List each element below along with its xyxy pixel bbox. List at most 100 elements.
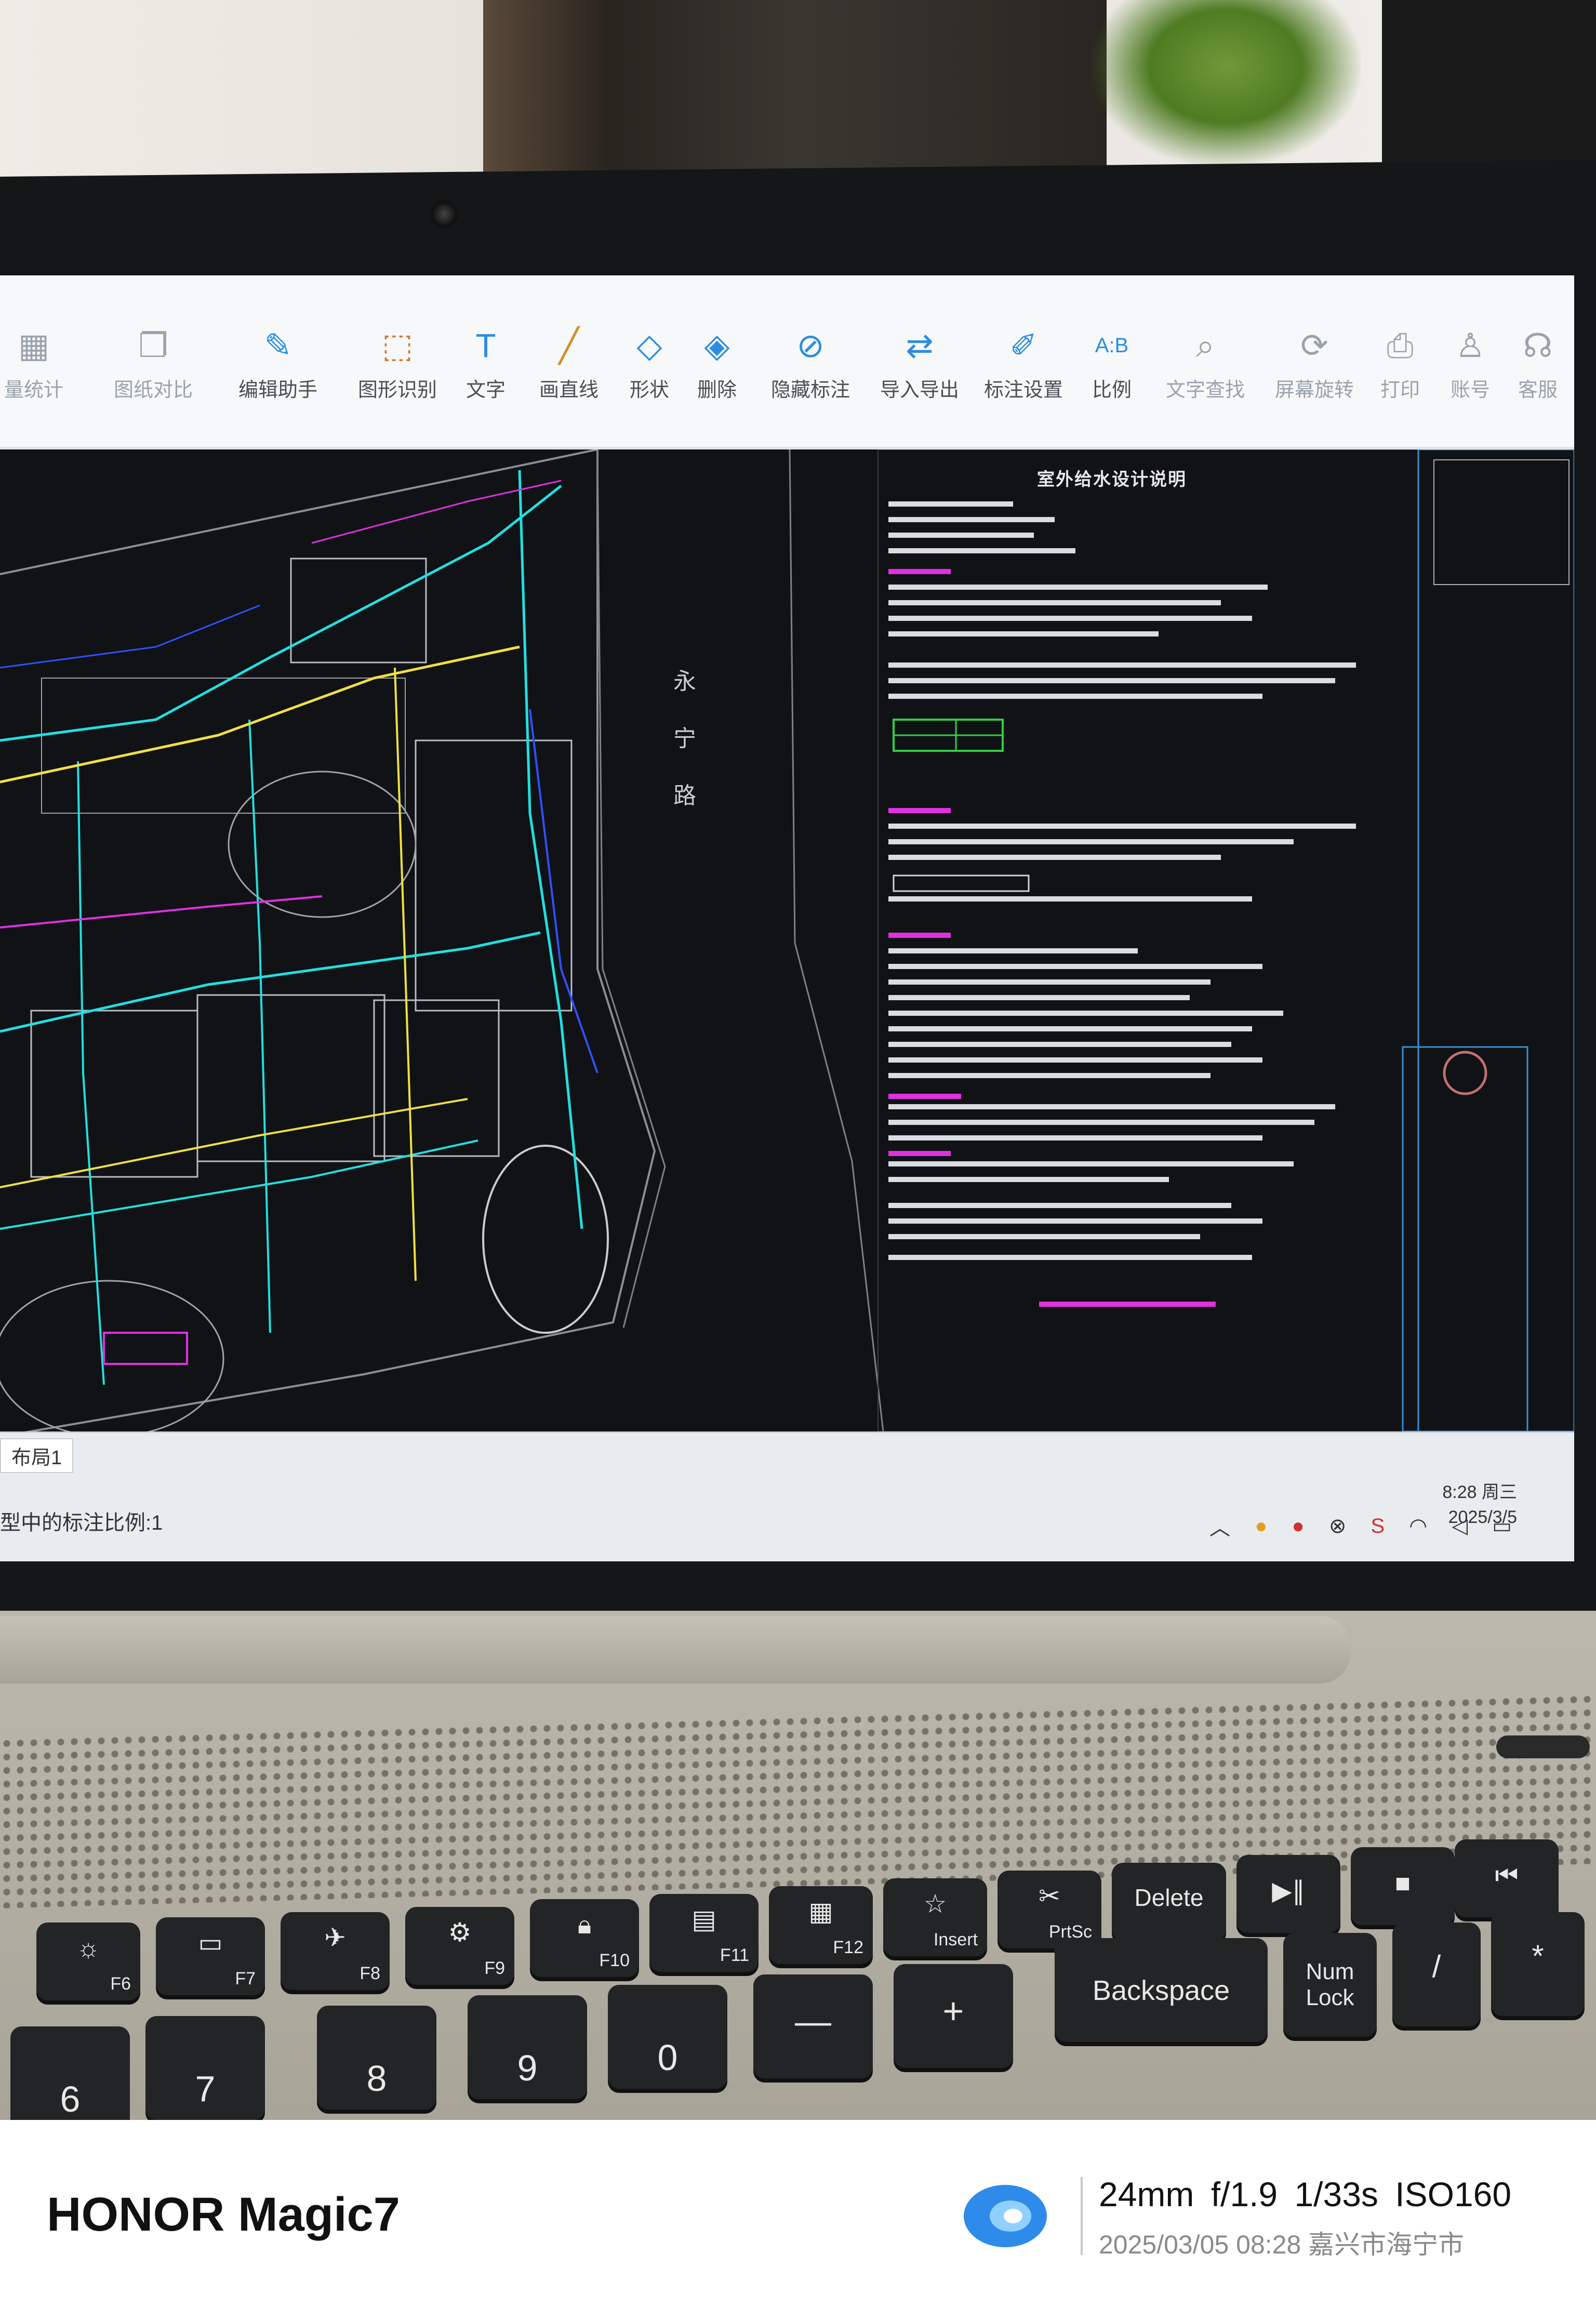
settings-icon: ⚙ bbox=[448, 1918, 472, 1947]
toolbar-item-import-export[interactable]: ⇄ 导入导出 bbox=[873, 325, 966, 434]
camera-specs: 24mm f/1.9 1/33s ISO160 bbox=[1099, 2175, 1512, 2213]
key-6[interactable]: 6 bbox=[10, 2026, 130, 2120]
layout-tab[interactable]: 布局1 bbox=[0, 1438, 74, 1473]
toolbar-item-rotate-screen[interactable]: ⟳ 屏幕旋转 bbox=[1268, 325, 1361, 434]
toolbar-item-compare[interactable]: ❐ 图纸对比 bbox=[104, 325, 203, 434]
photo-meta: 2025/03/05 08:28 嘉兴市海宁市 bbox=[1099, 2230, 1465, 2259]
road-label-char: 宁 bbox=[673, 726, 696, 751]
toolbar-item-text-search[interactable]: ⌕ 文字查找 bbox=[1159, 325, 1252, 434]
pipe-cyan bbox=[0, 485, 562, 742]
key-f11[interactable]: ▤ F11 bbox=[649, 1894, 759, 1972]
tray-app-icon[interactable]: ● bbox=[1255, 1515, 1267, 1538]
road-label-char: 永 bbox=[673, 669, 696, 694]
title-block bbox=[1417, 449, 1574, 1431]
toolbar-item-hide-annotation[interactable]: ⊘ 隐藏标注 bbox=[764, 325, 857, 434]
stop-icon: ■ bbox=[1394, 1868, 1411, 1898]
cad-canvas[interactable]: 永 宁 路 室外给水设计说明 bbox=[0, 449, 1574, 1431]
toolbar-item-line[interactable]: ╱ 画直线 bbox=[535, 325, 603, 434]
toolbar-item-print[interactable]: ⎙ 打印 bbox=[1372, 325, 1429, 434]
building-block bbox=[373, 999, 500, 1157]
pipe-cyan bbox=[0, 1139, 478, 1230]
laptop-screen: ▦ 量统计 ❐ 图纸对比 ✎ 编辑助手 ⬚ 图形识别 T 文字 ╱ 画直线 ◇ … bbox=[0, 275, 1574, 1561]
edit-helper-icon: ✎ bbox=[264, 327, 292, 364]
title-block-cells bbox=[1402, 1046, 1528, 1431]
key-delete[interactable]: Delete bbox=[1112, 1863, 1226, 1941]
wifi-icon[interactable]: ◠ bbox=[1409, 1514, 1427, 1538]
key-f12[interactable]: ▦ F12 bbox=[769, 1886, 873, 1964]
tray-app-icon[interactable]: S bbox=[1371, 1515, 1385, 1538]
clock-time: 8:28 周三 bbox=[1442, 1482, 1517, 1502]
key-previous[interactable]: ⏮︎ bbox=[1455, 1839, 1559, 1917]
clock[interactable]: 8:28 周三 2025/3/5 bbox=[1442, 1480, 1517, 1530]
key-f10[interactable]: 🔒︎ F10 bbox=[530, 1899, 639, 1977]
toolbar-item-support[interactable]: ☊ 客服 bbox=[1512, 325, 1564, 434]
screenshot-icon: ✂ bbox=[1039, 1881, 1060, 1911]
print-icon: ⎙ bbox=[1387, 327, 1414, 364]
building-block bbox=[415, 739, 573, 1012]
key-divide[interactable]: / bbox=[1392, 1922, 1481, 2026]
camera-logo-icon bbox=[964, 2185, 1047, 2247]
road-edge bbox=[596, 449, 666, 1328]
keyboard-icon: ▤ bbox=[691, 1905, 716, 1934]
status-bar: 布局1 型中的标注比例:1 ︿ ● ● ⊗ S ◠ ◁ ▭ 8:28 周三 20… bbox=[0, 1431, 1574, 1561]
camera-watermark: HONOR Magic7 24mm f/1.9 1/33s ISO160 202… bbox=[0, 2120, 1596, 2307]
brightness-up-icon: ☼ bbox=[76, 1933, 100, 1963]
rotate-screen-icon: ⟳ bbox=[1300, 327, 1328, 364]
chevron-up-icon[interactable]: ︿ bbox=[1209, 1511, 1230, 1541]
key-backspace[interactable]: Backspace bbox=[1055, 1938, 1268, 2042]
title-block-cells bbox=[1433, 459, 1570, 585]
design-notes-title: 室外给水设计说明 bbox=[1037, 470, 1187, 489]
key-equals[interactable]: + bbox=[894, 1964, 1013, 2068]
toolbar-item-text[interactable]: T 文字 bbox=[457, 325, 514, 434]
scale-icon: A:B bbox=[1095, 334, 1129, 357]
laptop-hinge bbox=[0, 1616, 1351, 1683]
notes-text-lines bbox=[888, 501, 1356, 1260]
power-button[interactable] bbox=[1496, 1735, 1590, 1758]
key-f9[interactable]: ⚙ F9 bbox=[405, 1907, 514, 1985]
app-toolbar: ▦ 量统计 ❐ 图纸对比 ✎ 编辑助手 ⬚ 图形识别 T 文字 ╱ 画直线 ◇ … bbox=[0, 275, 1574, 449]
toolbar-item-shape-recognize[interactable]: ⬚ 图形识别 bbox=[348, 325, 447, 434]
key-multiply[interactable]: * bbox=[1491, 1912, 1585, 2016]
key-num-lock[interactable]: Num Lock bbox=[1283, 1933, 1377, 2037]
key-f7[interactable]: ▭ F7 bbox=[156, 1917, 265, 1995]
background-monitor bbox=[1382, 0, 1596, 187]
building-block bbox=[196, 994, 385, 1162]
key-9[interactable]: 9 bbox=[468, 1995, 587, 2099]
calculator-icon: ▦ bbox=[808, 1897, 833, 1926]
tray-app-icon[interactable]: ⊗ bbox=[1329, 1514, 1347, 1538]
slash-icon: / bbox=[1432, 1949, 1441, 1984]
key-insert[interactable]: ☆ Insert bbox=[883, 1878, 987, 1956]
display-switch-icon: ▭ bbox=[198, 1928, 223, 1957]
toolbar-item-account[interactable]: ♙ 账号 bbox=[1444, 325, 1496, 434]
key-f8[interactable]: ✈ F8 bbox=[281, 1912, 390, 1990]
toolbar-item-delete[interactable]: ◈ 删除 bbox=[691, 325, 743, 434]
key-7[interactable]: 7 bbox=[145, 2016, 265, 2120]
toolbar-item-edit-helper[interactable]: ✎ 编辑助手 bbox=[229, 325, 327, 434]
play-pause-icon: ▶∥ bbox=[1272, 1876, 1305, 1905]
road-label-char: 路 bbox=[673, 783, 696, 808]
pipe-blue bbox=[0, 604, 260, 669]
toolbar-item-statistics[interactable]: ▦ 量统计 bbox=[0, 325, 78, 434]
annotation-settings-icon: ✐ bbox=[1009, 327, 1038, 364]
key-f6[interactable]: ☼ F6 bbox=[36, 1922, 140, 2000]
camera-brand: HONOR Magic7 bbox=[47, 2188, 400, 2241]
toolbar-item-shape[interactable]: ◇ 形状 bbox=[623, 325, 675, 434]
key-prtsc[interactable]: ✂ PrtSc bbox=[998, 1871, 1101, 1948]
hide-icon: ⊘ bbox=[796, 327, 824, 364]
tray-app-icon[interactable]: ● bbox=[1292, 1515, 1305, 1538]
key-minus[interactable]: — bbox=[753, 1974, 873, 2078]
toolbar-item-scale[interactable]: A:B 比例 bbox=[1086, 325, 1138, 434]
photo-scene: ▦ 量统计 ❐ 图纸对比 ✎ 编辑助手 ⬚ 图形识别 T 文字 ╱ 画直线 ◇ … bbox=[0, 0, 1596, 2120]
notes-table-2 bbox=[893, 874, 1030, 892]
key-play-pause[interactable]: ▶∥ bbox=[1236, 1855, 1340, 1933]
shape-recognize-icon: ⬚ bbox=[381, 327, 414, 364]
line-icon: ╱ bbox=[558, 327, 579, 364]
pipe-blue bbox=[529, 709, 598, 1073]
account-icon: ♙ bbox=[1455, 327, 1485, 364]
toolbar-item-annotation-settings[interactable]: ✐ 标注设置 bbox=[977, 325, 1070, 434]
key-8[interactable]: 8 bbox=[317, 2006, 436, 2110]
key-0[interactable]: 0 bbox=[608, 1985, 727, 2089]
key-stop[interactable]: ■ bbox=[1351, 1847, 1455, 1925]
road-edge-2 bbox=[789, 449, 884, 1431]
pipe-magenta bbox=[311, 480, 562, 544]
